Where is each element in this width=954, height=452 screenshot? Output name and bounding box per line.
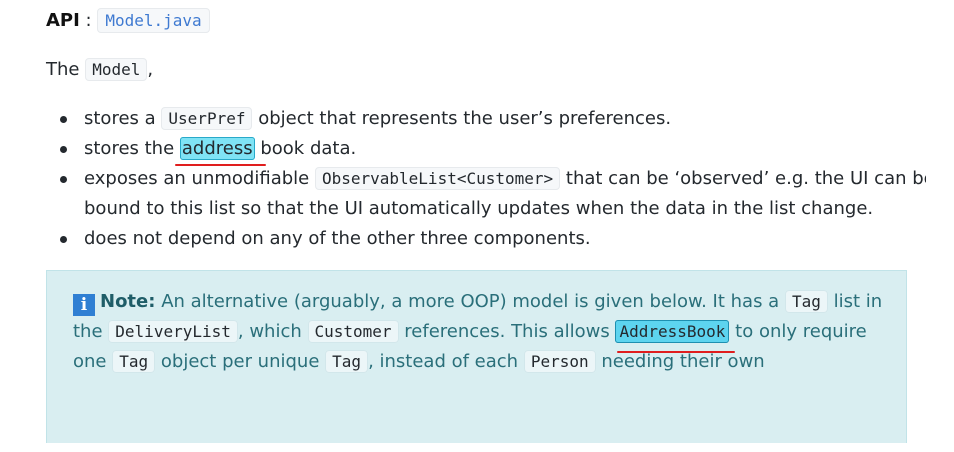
intro-paragraph: The Model, <box>46 57 153 83</box>
note-text-segment: object per unique <box>160 351 320 372</box>
note-admonition: i Note: An alternative (arguably, a more … <box>46 270 907 443</box>
note-label: Note: <box>100 291 156 312</box>
bullet-code: ObservableList<Customer> <box>314 167 561 190</box>
model-java-link[interactable]: Model.java <box>97 8 210 33</box>
highlighted-word-text: address <box>181 138 253 159</box>
bullet-text: object that represents the user’s prefer… <box>258 108 672 129</box>
note-text: i Note: An alternative (arguably, a more … <box>73 287 888 377</box>
note-text-segment: An alternative (arguably, a more OOP) mo… <box>161 291 780 312</box>
info-icon: i <box>73 294 95 316</box>
list-item: stores the address book data. <box>60 134 954 166</box>
document-page: API : Model.java The Model, stores a Use… <box>0 0 935 452</box>
intro-suffix: , <box>147 59 154 80</box>
list-item: stores a UserPref object that represents… <box>60 104 954 134</box>
note-text-segment: , instead of each <box>368 351 519 372</box>
note-code: Person <box>523 350 596 373</box>
bullet-code: UserPref <box>161 107 253 130</box>
right-gutter <box>926 0 954 452</box>
highlighted-word[interactable]: address <box>174 137 266 166</box>
note-text-segment: , which <box>237 321 302 342</box>
api-line: API : Model.java <box>46 8 210 34</box>
highlighted-code-wrapper: AddressBook <box>615 317 736 353</box>
bullet-text: stores a <box>84 108 156 129</box>
intro-code: Model <box>85 58 148 81</box>
annotation-underline <box>617 351 736 353</box>
note-code: DeliveryList <box>108 320 238 343</box>
model-responsibilities-list: stores a UserPref object that represents… <box>46 104 954 254</box>
highlighted-code[interactable]: AddressBook <box>615 320 730 343</box>
note-code: Customer <box>307 320 399 343</box>
bullet-text: book data. <box>260 138 357 159</box>
list-item: exposes an unmodifiable ObservableList<C… <box>60 164 954 224</box>
note-code: Tag <box>784 290 828 313</box>
intro-prefix: The <box>46 59 80 80</box>
bullet-text: stores the <box>84 138 175 159</box>
api-separator: : <box>79 10 98 31</box>
bullet-text: does not depend on any of the other thre… <box>84 228 591 249</box>
note-code: Tag <box>112 350 156 373</box>
bullet-text: exposes an unmodifiable <box>84 168 310 189</box>
note-text-segment: references. This allows <box>404 321 610 342</box>
list-item: does not depend on any of the other thre… <box>60 224 954 254</box>
api-label: API <box>46 10 80 31</box>
note-code: Tag <box>325 350 369 373</box>
note-text-segment: needing their own <box>601 351 765 372</box>
